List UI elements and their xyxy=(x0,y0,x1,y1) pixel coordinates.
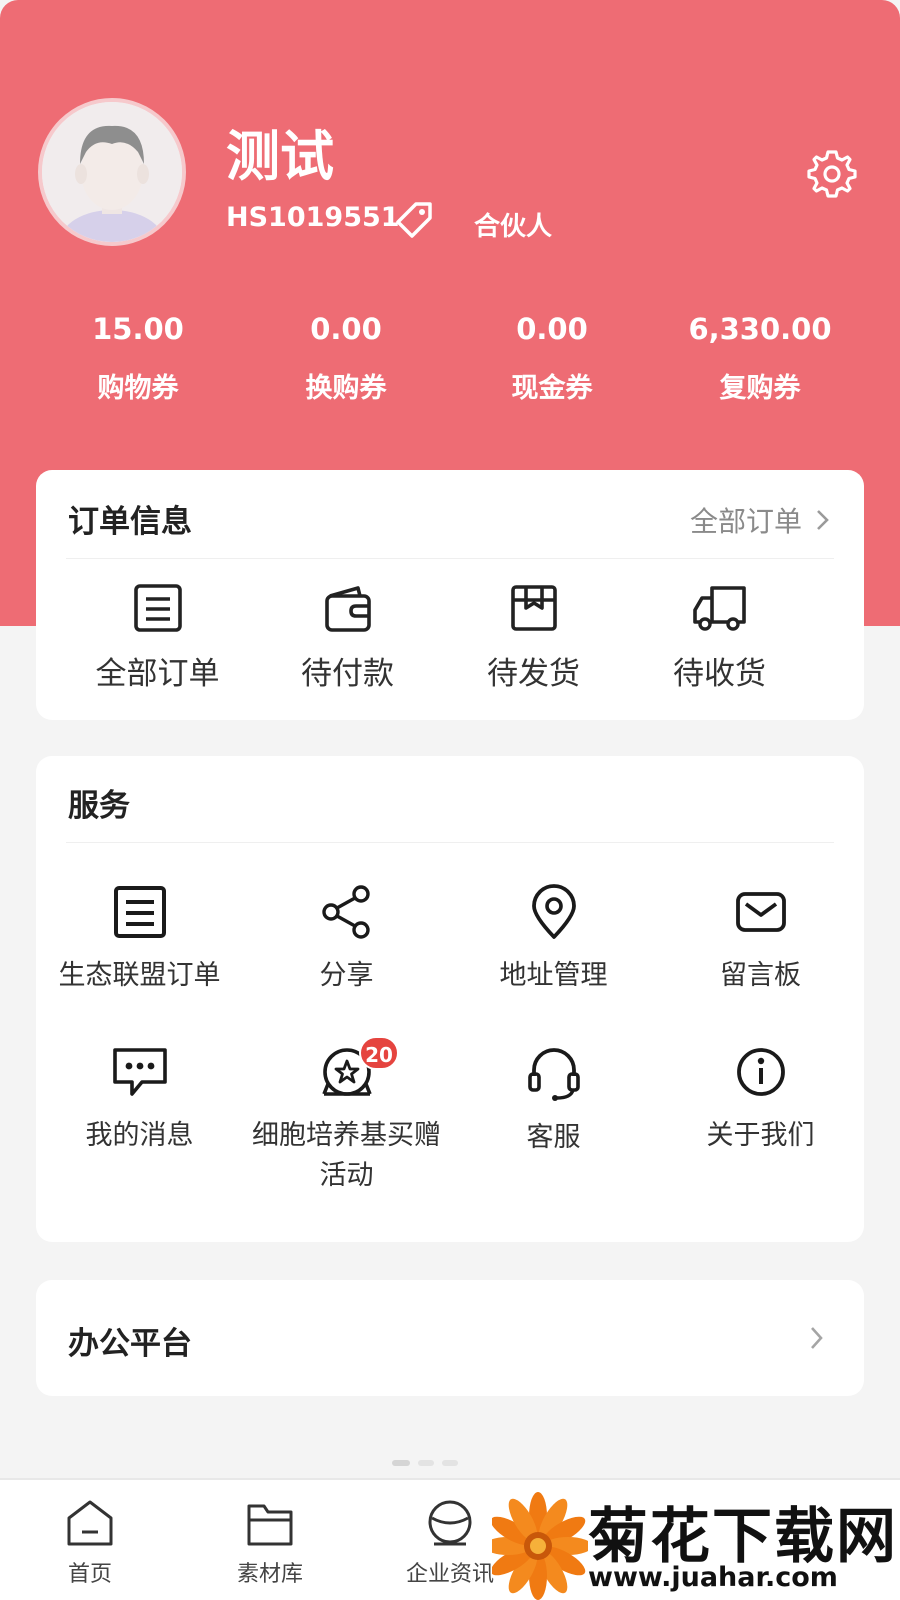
headset-icon xyxy=(527,1048,580,1101)
service-label: 留言板 xyxy=(720,960,801,991)
notification-badge: 20 xyxy=(359,1036,399,1070)
chevron-right-icon xyxy=(817,510,829,530)
page-dot xyxy=(442,1460,458,1466)
service-label: 分享 xyxy=(319,960,374,991)
tab-label: 首页 xyxy=(67,1562,112,1587)
location-pin-icon xyxy=(531,884,576,939)
stat-exchange-coupon[interactable]: 0.00 换购券 xyxy=(246,312,446,405)
service-label: 生态联盟订单 xyxy=(58,960,221,991)
wallet-icon xyxy=(324,586,371,632)
order-pending-receipt-label: 待收货 xyxy=(673,656,766,692)
mail-icon xyxy=(735,892,786,932)
page-dot xyxy=(392,1460,410,1466)
service-address-management[interactable]: 地址管理 xyxy=(450,884,657,996)
service-eco-alliance-orders[interactable]: 生态联盟订单 xyxy=(36,884,243,996)
office-platform-row[interactable]: 办公平台 xyxy=(36,1280,864,1396)
order-all-label: 全部订单 xyxy=(95,656,220,692)
orders-card: 订单信息 全部订单 全部订单 待付款 待发货 待收货 xyxy=(36,470,864,720)
order-list-icon xyxy=(133,584,182,632)
truck-icon xyxy=(692,586,746,631)
stat-shopping-coupon[interactable]: 15.00 购物券 xyxy=(38,312,238,405)
order-pending-receipt-button[interactable]: 待收货 xyxy=(616,582,823,693)
service-label: 地址管理 xyxy=(499,960,608,991)
order-all-button[interactable]: 全部订单 xyxy=(54,582,261,693)
folder-icon xyxy=(247,1504,293,1546)
service-cell-culture-promo[interactable]: 20 细胞培养基买赠 活动 xyxy=(243,1036,450,1196)
order-pending-payment-label: 待付款 xyxy=(301,656,394,692)
stat-label: 换购券 xyxy=(305,373,387,404)
service-label: 细胞培养基买赠 xyxy=(252,1120,441,1151)
all-orders-link[interactable]: 全部订单 xyxy=(690,500,834,540)
user-avatar-icon xyxy=(42,102,182,242)
watermark-url: www.juahar.com xyxy=(588,1562,838,1593)
all-orders-link-label: 全部订单 xyxy=(689,505,802,538)
globe-icon xyxy=(428,1500,472,1546)
stat-value: 15.00 xyxy=(92,312,184,346)
service-my-messages[interactable]: 我的消息 xyxy=(36,1044,243,1156)
avatar[interactable] xyxy=(38,98,186,246)
stat-value: 0.00 xyxy=(310,312,382,346)
stat-repurchase-coupon[interactable]: 6,330.00 复购券 xyxy=(660,312,860,405)
watermark: 菊花下载网 www.juahar.com xyxy=(484,1488,900,1600)
stat-cash-coupon[interactable]: 0.00 现金券 xyxy=(452,312,652,405)
stat-label: 购物券 xyxy=(97,373,179,404)
stat-value: 0.00 xyxy=(516,312,588,346)
order-pending-payment-button[interactable]: 待付款 xyxy=(244,582,451,693)
service-label-line2: 活动 xyxy=(319,1160,374,1191)
tab-label: 素材库 xyxy=(236,1562,303,1587)
stat-label: 复购券 xyxy=(719,373,801,404)
tag-icon xyxy=(396,202,432,238)
service-about-us[interactable]: 关于我们 xyxy=(657,1044,864,1156)
profile-id: HS1019551 xyxy=(226,202,400,233)
page-indicator xyxy=(392,1460,458,1466)
stat-value: 6,330.00 xyxy=(688,312,832,346)
service-label: 我的消息 xyxy=(85,1120,194,1151)
chevron-right-icon xyxy=(811,1327,823,1349)
gear-icon[interactable] xyxy=(804,146,860,202)
services-title: 服务 xyxy=(68,788,130,824)
chat-bubble-icon xyxy=(112,1048,167,1096)
flower-logo-icon xyxy=(484,1492,592,1600)
page-dot xyxy=(418,1460,434,1466)
order-pending-shipment-label: 待发货 xyxy=(487,656,580,692)
service-customer-support[interactable]: 客服 xyxy=(450,1044,657,1158)
divider xyxy=(66,842,834,843)
profile-name: 测试 xyxy=(226,125,334,188)
order-list-icon xyxy=(113,886,166,938)
box-icon xyxy=(510,585,557,631)
service-label: 客服 xyxy=(526,1122,581,1153)
divider xyxy=(66,558,834,559)
tab-home[interactable]: 首页 xyxy=(0,1498,180,1588)
service-label: 关于我们 xyxy=(706,1120,815,1151)
orders-title: 订单信息 xyxy=(68,504,192,540)
service-share[interactable]: 分享 xyxy=(243,884,450,996)
membership-role: 合伙人 xyxy=(474,212,553,242)
services-card: 服务 生态联盟订单 分享 地址管理 留言板 我的消息 20 细胞培养基买赠 活动… xyxy=(36,756,864,1242)
service-message-board[interactable]: 留言板 xyxy=(657,884,864,996)
office-platform-title: 办公平台 xyxy=(68,1326,192,1362)
stat-label: 现金券 xyxy=(511,373,593,404)
order-pending-shipment-button[interactable]: 待发货 xyxy=(430,582,637,693)
tab-materials[interactable]: 素材库 xyxy=(180,1498,360,1588)
share-icon xyxy=(321,885,370,939)
home-icon xyxy=(67,1500,113,1546)
info-icon xyxy=(736,1048,785,1096)
